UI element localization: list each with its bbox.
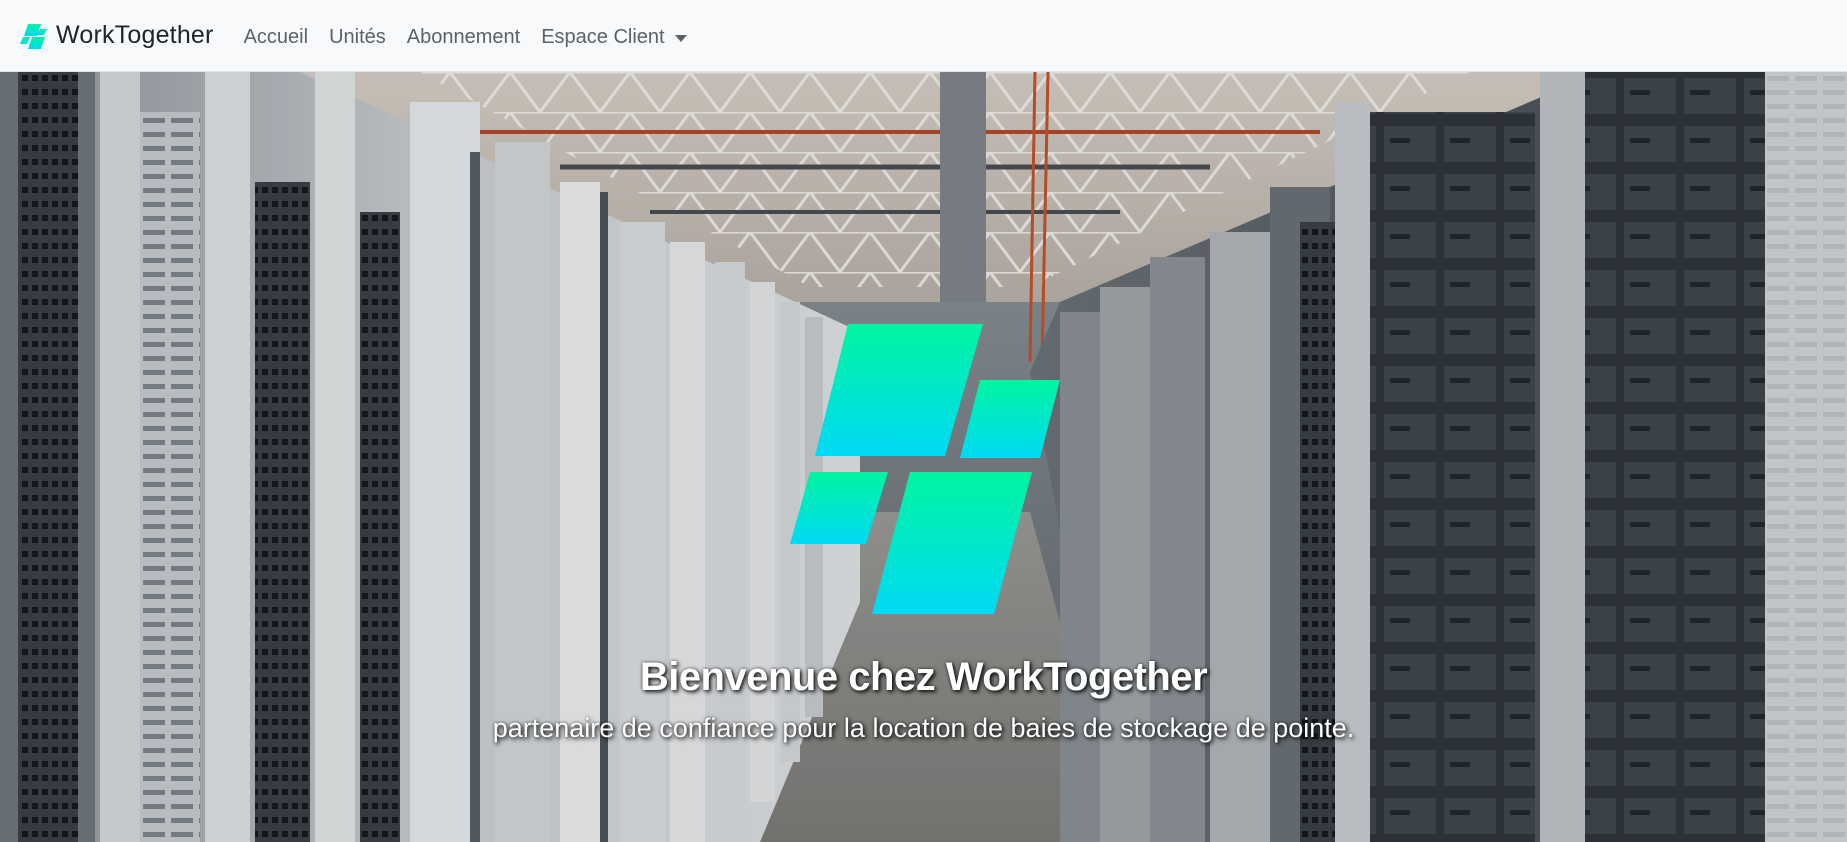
top-navbar: WorkTogether Accueil Unités Abonnement E… (0, 0, 1847, 72)
caret-down-icon (674, 34, 687, 42)
nav-link-unites[interactable]: Unités (329, 23, 386, 49)
nav-link-accueil[interactable]: Accueil (244, 23, 308, 49)
hero-section: Bienvenue chez WorkTogether partenaire d… (0, 72, 1847, 842)
brand-link[interactable]: WorkTogether (19, 21, 214, 50)
nav-link-abonnement[interactable]: Abonnement (407, 23, 520, 49)
worktogether-logo-icon (790, 324, 1060, 614)
worktogether-logo-icon (20, 23, 47, 49)
nav-dropdown-label: Espace Client (541, 25, 665, 48)
nav-dropdown-espace-client[interactable]: Espace Client (541, 23, 687, 49)
brand-name: WorkTogether (56, 21, 214, 49)
main-nav: Accueil Unités Abonnement Espace Client (244, 23, 708, 49)
hero-title: Bienvenue chez WorkTogether (639, 655, 1208, 699)
hero-subtitle: partenaire de confiance pour la location… (492, 713, 1355, 743)
